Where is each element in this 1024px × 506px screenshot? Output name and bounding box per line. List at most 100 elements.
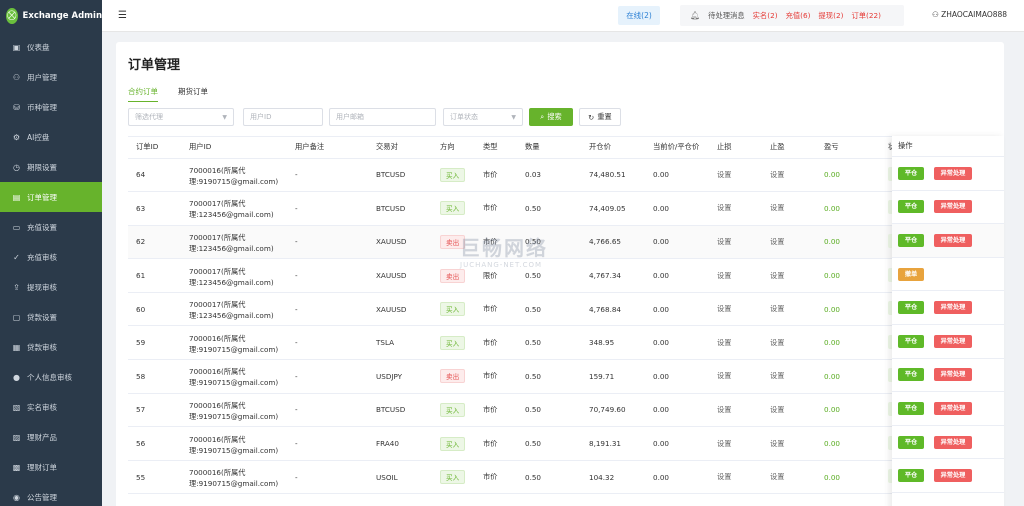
cancel-order-button[interactable]: 撤单 — [898, 267, 924, 281]
user-agent-line: 理:123456@gmail.com) — [189, 311, 274, 321]
cell-note — [287, 493, 368, 506]
sidebar-item-4[interactable]: ◷ 期限设置 — [0, 152, 102, 182]
agent-select[interactable]: 筛选代理 ▼ — [128, 108, 234, 126]
clock-icon: ◷ — [13, 162, 20, 172]
cell-note: - — [287, 426, 368, 461]
tab-futures-orders[interactable]: 期货订单 — [178, 86, 208, 102]
sidebar-item-6[interactable]: ▭ 充值设置 — [0, 212, 102, 242]
cell-open: 74,480.51 — [581, 158, 645, 193]
sidebar-item-8[interactable]: ⇪ 提现审核 — [0, 272, 102, 302]
close-position-button[interactable]: 平仓 — [898, 233, 924, 247]
abnormal-handle-button[interactable]: 异常处理 — [934, 233, 972, 247]
take-profit-set-link[interactable]: 设置 — [762, 292, 816, 327]
cell-open: 8,191.31 — [581, 426, 645, 461]
reset-button[interactable]: ↻ 重置 — [579, 108, 621, 126]
stop-loss-set-link[interactable]: 设置 — [709, 191, 762, 226]
close-position-button[interactable]: 平仓 — [898, 334, 924, 348]
sidebar-item-15[interactable]: ◉ 公告管理 — [0, 482, 102, 506]
sidebar-item-7[interactable]: ✓ 充值审核 — [0, 242, 102, 272]
pending-order-link[interactable]: 订单(22) — [851, 11, 881, 21]
close-position-button[interactable]: 平仓 — [898, 166, 924, 180]
sidebar-item-1[interactable]: ⚇ 用户管理 — [0, 62, 102, 92]
take-profit-set-link[interactable]: 设置 — [762, 426, 816, 461]
sidebar-item-0[interactable]: ▣ 仪表盘 — [0, 32, 102, 62]
stop-loss-set-link[interactable]: 设置 — [709, 359, 762, 394]
online-count-button[interactable]: 在线(2) — [618, 6, 660, 25]
take-profit-set-link[interactable] — [762, 493, 816, 506]
cell-user-id: 7000016(所属代 理:9190715@gmail.com) — [181, 426, 287, 461]
stop-loss-set-link[interactable]: 设置 — [709, 460, 762, 495]
id-card-icon: ▧ — [12, 402, 21, 412]
sidebar-item-5[interactable]: ▤ 订单管理 — [0, 182, 102, 212]
cell-open: 74,409.05 — [581, 191, 645, 226]
stop-loss-set-link[interactable]: 设置 — [709, 225, 762, 260]
close-position-button[interactable]: 平仓 — [898, 401, 924, 415]
search-button[interactable]: ⌕ 搜索 — [529, 108, 573, 126]
sidebar-item-11[interactable]: ● 个人信息审核 — [0, 362, 102, 392]
close-position-button[interactable]: 平仓 — [898, 200, 924, 214]
sidebar-item-label: 充值设置 — [27, 222, 57, 232]
close-position-button[interactable]: 平仓 — [898, 301, 924, 315]
close-position-button[interactable]: 平仓 — [898, 469, 924, 483]
brand[interactable]: ⛒ Exchange Admin — [0, 0, 102, 32]
take-profit-set-link[interactable]: 设置 — [762, 393, 816, 428]
stop-loss-set-link[interactable]: 设置 — [709, 325, 762, 361]
cell-pnl: 0.00 — [816, 325, 880, 361]
table-header-row: 订单ID用户ID用户备注交易对方向类型数量开仓价当前价/平仓价止损止盈盈亏状 — [128, 137, 1001, 159]
stop-loss-set-link[interactable]: 设置 — [709, 393, 762, 428]
stop-loss-set-link[interactable] — [709, 493, 762, 506]
stop-loss-set-link[interactable]: 设置 — [709, 258, 762, 293]
user-agent-line: 理:123456@gmail.com) — [189, 277, 274, 287]
abnormal-handle-button[interactable]: 异常处理 — [934, 469, 972, 483]
cell-pnl — [816, 493, 880, 506]
abnormal-handle-button[interactable]: 异常处理 — [934, 200, 972, 214]
take-profit-set-link[interactable]: 设置 — [762, 158, 816, 193]
order-status-select[interactable]: 订单状态 ▼ — [443, 108, 523, 126]
abnormal-handle-button[interactable]: 异常处理 — [934, 334, 972, 348]
cell-direction: 买入 — [432, 460, 475, 495]
stop-loss-set-link[interactable]: 设置 — [709, 158, 762, 193]
sidebar-item-9[interactable]: ▢ 贷款设置 — [0, 302, 102, 332]
user-id-input[interactable]: 用户ID — [243, 108, 323, 126]
take-profit-set-link[interactable]: 设置 — [762, 359, 816, 394]
take-profit-set-link[interactable]: 设置 — [762, 258, 816, 293]
take-profit-set-link[interactable]: 设置 — [762, 325, 816, 361]
abnormal-handle-button[interactable]: 异常处理 — [934, 368, 972, 382]
cell-user-id: 7000017(所属代 理:123456@gmail.com) — [181, 225, 287, 260]
abnormal-handle-button[interactable]: 异常处理 — [934, 166, 972, 180]
take-profit-set-link[interactable]: 设置 — [762, 191, 816, 226]
take-profit-set-link[interactable]: 设置 — [762, 225, 816, 260]
tab-contract-orders[interactable]: 合约订单 — [128, 86, 158, 102]
take-profit-set-link[interactable]: 设置 — [762, 460, 816, 495]
cell-direction: 买入 — [432, 325, 475, 361]
sidebar-item-13[interactable]: ▨ 理财产品 — [0, 422, 102, 452]
user-email-input[interactable]: 用户邮箱 — [329, 108, 436, 126]
direction-tag: 买入 — [440, 201, 466, 216]
sidebar-item-12[interactable]: ▧ 实名审核 — [0, 392, 102, 422]
pending-withdraw-link[interactable]: 提现(2) — [819, 11, 844, 21]
sidebar-item-2[interactable]: ⛁ 币种管理 — [0, 92, 102, 122]
stop-loss-set-link[interactable]: 设置 — [709, 426, 762, 461]
cell-direction: 买入 — [432, 158, 475, 193]
cell-pair: USOIL — [368, 460, 432, 495]
loan-review-icon: ▦ — [12, 342, 21, 352]
cell-id: 63 — [128, 191, 181, 226]
person-icon: ● — [13, 372, 20, 382]
stop-loss-set-link[interactable]: 设置 — [709, 292, 762, 327]
abnormal-handle-button[interactable]: 异常处理 — [934, 301, 972, 315]
cell-id: 58 — [128, 359, 181, 394]
ops-row: 平仓 异常处理 — [892, 191, 1004, 225]
close-position-button[interactable]: 平仓 — [898, 435, 924, 449]
pending-realname-link[interactable]: 实名(2) — [753, 11, 778, 21]
pending-recharge-link[interactable]: 充值(6) — [786, 11, 811, 21]
user-id-line: 7000016(所属代 — [189, 434, 246, 444]
sidebar-item-14[interactable]: ▩ 理财订单 — [0, 452, 102, 482]
dashboard-icon: ▣ — [12, 42, 21, 52]
sidebar-item-10[interactable]: ▦ 贷款审核 — [0, 332, 102, 362]
close-position-button[interactable]: 平仓 — [898, 368, 924, 382]
sidebar-item-3[interactable]: ⚙ AI控盘 — [0, 122, 102, 152]
hamburger-menu-icon[interactable]: ☰ — [118, 10, 127, 21]
user-menu[interactable]: ⚇ ZHAOCAIMAO888 — [932, 10, 1007, 19]
abnormal-handle-button[interactable]: 异常处理 — [934, 435, 972, 449]
abnormal-handle-button[interactable]: 异常处理 — [934, 401, 972, 415]
